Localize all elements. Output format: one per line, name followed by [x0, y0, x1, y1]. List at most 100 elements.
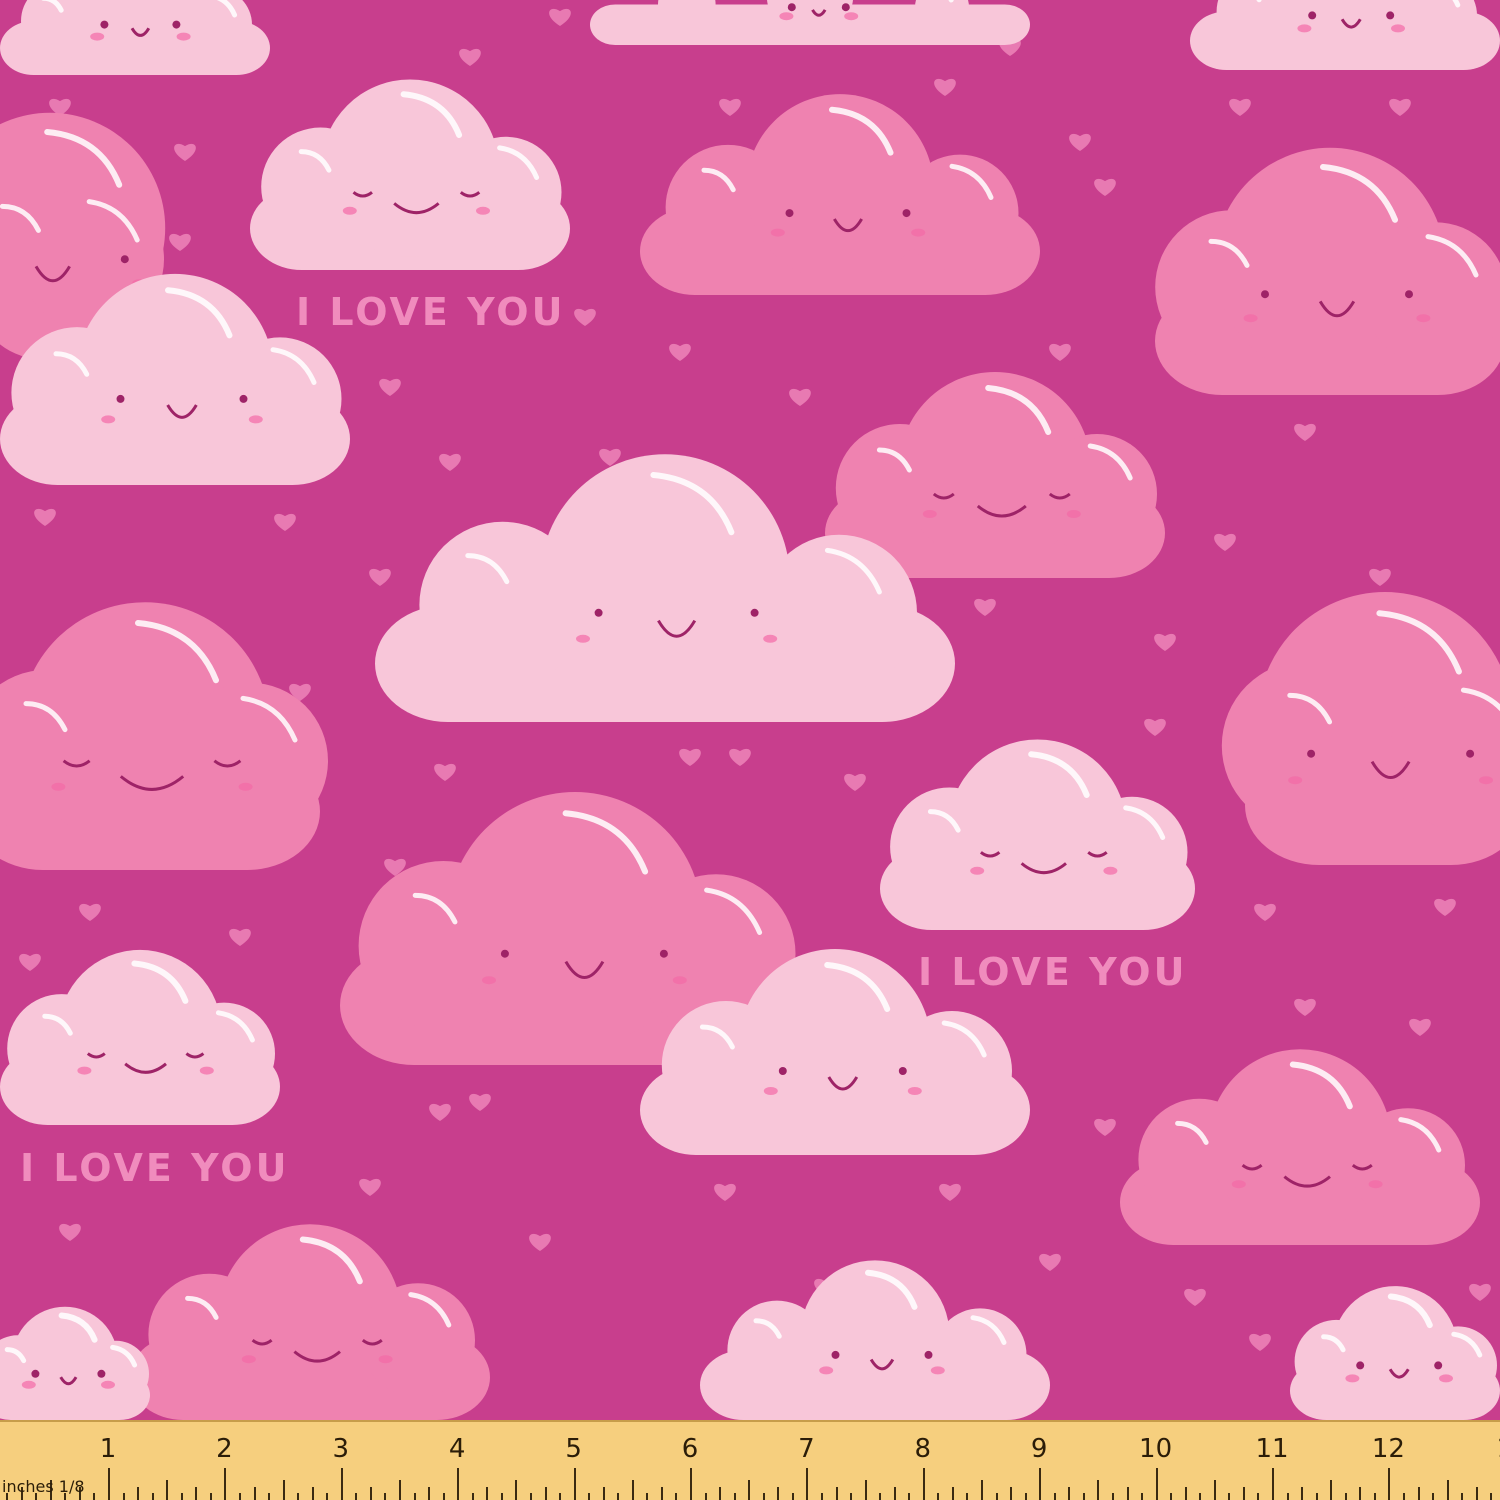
ruler-number: 10 — [1139, 1434, 1173, 1464]
blush — [672, 976, 687, 985]
ruler-tick — [1228, 1493, 1231, 1500]
ruler-tick — [1359, 1487, 1362, 1500]
ruler-tick — [1417, 1487, 1420, 1500]
cloud — [0, 0, 270, 75]
blush — [911, 228, 926, 237]
ruler-tick — [850, 1493, 853, 1500]
ruler-number: 1 — [1497, 1434, 1500, 1464]
ruler-tick — [646, 1493, 649, 1500]
ruler-tick — [719, 1487, 722, 1500]
ruler-number: 1 — [99, 1434, 117, 1464]
ruler-tick — [486, 1487, 489, 1500]
ruler-number: 7 — [798, 1434, 815, 1464]
ruler-number: 4 — [448, 1434, 466, 1464]
blush — [779, 12, 794, 21]
ruler-tick — [631, 1480, 634, 1500]
ruler-tick — [1461, 1493, 1464, 1500]
blush — [1243, 314, 1258, 323]
blush — [199, 1066, 214, 1075]
ruler-tick — [399, 1480, 401, 1500]
ruler-tick — [660, 1487, 663, 1500]
ruler-tick — [937, 1493, 940, 1500]
ruler-tick — [995, 1493, 998, 1500]
blush — [248, 415, 263, 424]
ruler-tick — [268, 1493, 271, 1500]
blush — [1416, 314, 1431, 323]
ruler-tick — [1170, 1493, 1173, 1500]
ruler-tick — [690, 1468, 692, 1500]
blush — [1066, 510, 1081, 518]
blush — [1297, 24, 1312, 33]
blush — [970, 866, 985, 875]
ruler-tick — [209, 1493, 212, 1500]
eye — [831, 1350, 840, 1359]
blush — [21, 1380, 36, 1389]
ruler-tick — [1315, 1493, 1318, 1500]
blush — [241, 1355, 256, 1364]
ruler-tick — [93, 1493, 96, 1500]
blush — [763, 634, 778, 643]
ruler-tick — [180, 1493, 183, 1500]
eye — [1466, 749, 1475, 758]
ruler-tick — [573, 1468, 576, 1500]
cloud-pattern — [0, 0, 1500, 1420]
ruler-tick — [1286, 1493, 1289, 1500]
ruler-unit-label: inches 1/8 — [2, 1477, 85, 1496]
ruler-tick — [544, 1487, 547, 1500]
ruler-tick — [1490, 1493, 1493, 1500]
ruler-tick — [1475, 1487, 1478, 1500]
blush — [1439, 1374, 1453, 1383]
eye — [1386, 11, 1395, 20]
eye — [594, 608, 603, 617]
eye — [902, 209, 911, 218]
blush — [819, 1366, 834, 1375]
ruler-tick — [966, 1493, 969, 1500]
ruler-tick — [1388, 1468, 1391, 1500]
ruler-tick — [515, 1480, 518, 1500]
ruler-tick — [1082, 1493, 1085, 1500]
ruler-tick — [1199, 1493, 1202, 1500]
ruler-tick — [340, 1468, 343, 1500]
blush — [51, 782, 66, 791]
ruler-tick — [428, 1487, 431, 1500]
ruler-tick — [166, 1480, 169, 1500]
eye — [1356, 1361, 1365, 1370]
blush — [1231, 1180, 1246, 1189]
eye — [750, 608, 759, 617]
ruler-tick — [500, 1493, 503, 1500]
ruler-tick — [1402, 1493, 1405, 1500]
ruler-tick — [675, 1493, 678, 1500]
blush — [482, 976, 496, 985]
blush — [101, 415, 116, 424]
eye — [898, 1067, 907, 1075]
ruler-tick — [806, 1468, 809, 1500]
ruler-tick — [1068, 1487, 1071, 1500]
eye — [97, 1369, 106, 1378]
ruler-tick — [238, 1493, 241, 1500]
ruler-tick — [282, 1480, 285, 1500]
ruler-tick — [1010, 1487, 1013, 1500]
ruler-tick — [893, 1487, 896, 1500]
ruler-number: 12 — [1371, 1434, 1405, 1464]
blush — [1479, 776, 1493, 785]
ruler-tick — [311, 1487, 314, 1500]
blush — [378, 1355, 393, 1364]
fabric-swatch: I LOVE YOU I LOVE YOU I LOVE YOU 1234567… — [0, 0, 1500, 1500]
ruler-number: 9 — [1030, 1434, 1048, 1464]
ruler-tick — [369, 1487, 372, 1500]
ruler-number: 3 — [332, 1434, 350, 1464]
eye — [785, 209, 794, 218]
blush — [763, 1087, 778, 1095]
blush — [576, 634, 590, 643]
eye — [120, 255, 129, 264]
blush — [176, 32, 191, 41]
ruler-tick — [442, 1493, 445, 1500]
ruler-tick — [1024, 1493, 1027, 1500]
ruler-tick — [1446, 1480, 1449, 1500]
blush — [476, 206, 490, 215]
ruler-tick — [1330, 1480, 1333, 1500]
blush — [1288, 776, 1303, 785]
ruler-tick — [1257, 1493, 1260, 1500]
ruler-tick — [1053, 1493, 1056, 1500]
eye — [1308, 11, 1317, 20]
